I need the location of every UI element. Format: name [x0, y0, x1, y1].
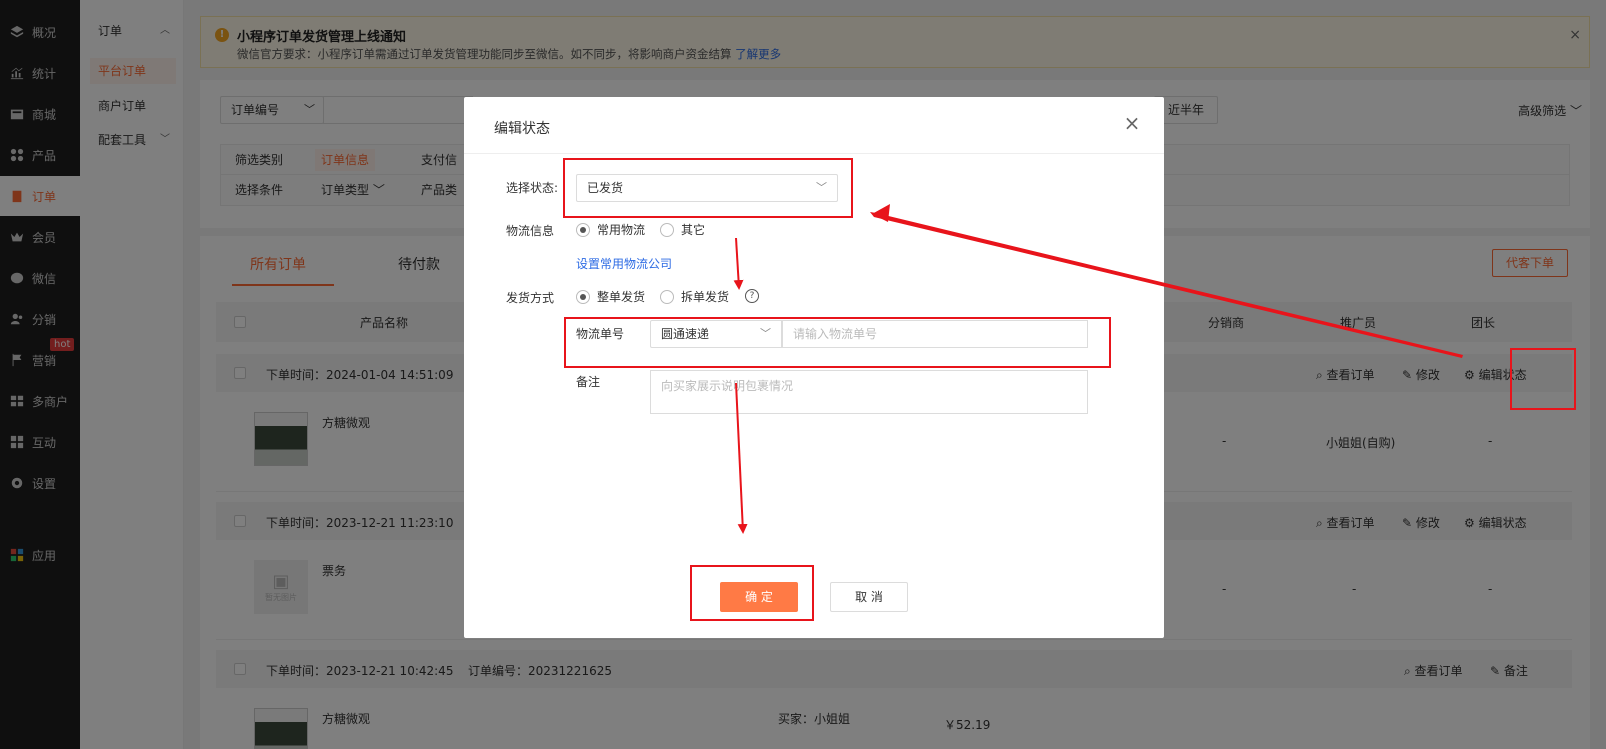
close-icon[interactable]: × [1122, 113, 1142, 133]
annotation-box-tracking [564, 317, 1111, 368]
radio-ship-split[interactable]: 拆单发货 [660, 288, 729, 305]
remark-textarea[interactable]: 向买家展示说明包裹情况 [650, 370, 1088, 414]
radio-ship-whole[interactable]: 整单发货 [576, 288, 645, 305]
remark-label: 备注 [576, 375, 601, 389]
radio-dot [576, 222, 590, 237]
radio-label: 其它 [681, 223, 706, 237]
dialog-divider [464, 153, 1164, 154]
logistics-label: 物流信息 [506, 224, 555, 238]
radio-dot [660, 222, 674, 237]
set-logistics-company-link[interactable]: 设置常用物流公司 [576, 255, 672, 272]
cancel-button[interactable]: 取 消 [830, 582, 908, 612]
status-label: 选择状态: [506, 181, 559, 195]
radio-common-logistics[interactable]: 常用物流 [576, 221, 645, 238]
radio-label: 整单发货 [597, 290, 646, 304]
radio-dot [576, 289, 590, 304]
annotation-box-confirm [690, 565, 814, 621]
dialog-title: 编辑状态 [494, 121, 550, 137]
radio-other-logistics[interactable]: 其它 [660, 221, 705, 238]
radio-dot [660, 289, 674, 304]
annotation-box-edit-status [1510, 348, 1576, 410]
radio-label: 常用物流 [597, 223, 646, 237]
help-icon[interactable]: ? [745, 289, 759, 303]
ship-method-label: 发货方式 [506, 291, 555, 305]
radio-label: 拆单发货 [681, 290, 730, 304]
annotation-box-status [563, 158, 853, 218]
